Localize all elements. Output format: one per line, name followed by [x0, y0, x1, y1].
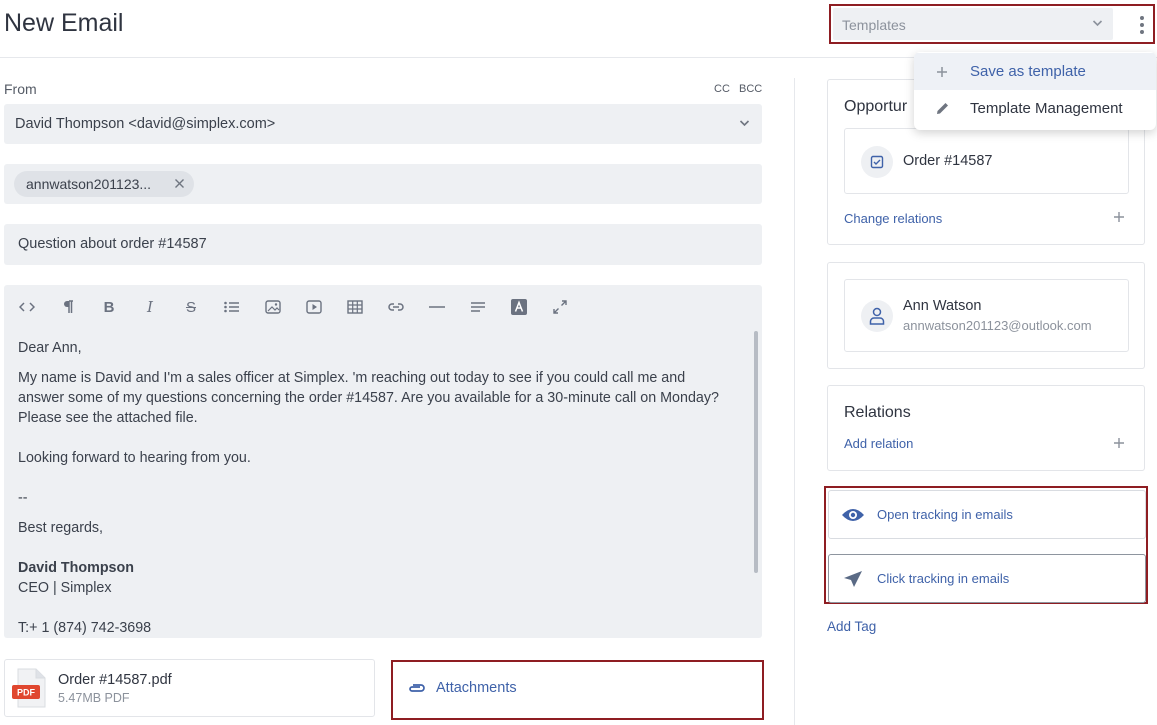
chevron-down-icon: [739, 119, 750, 127]
to-field[interactable]: annwatson201123...: [4, 164, 762, 204]
subject-field[interactable]: Question about order #14587: [4, 224, 762, 265]
opportunity-title: Opportur: [844, 98, 908, 115]
menu-item-label: Save as template: [970, 63, 1086, 80]
image-icon[interactable]: [262, 296, 284, 318]
order-item[interactable]: Order #14587: [844, 128, 1129, 194]
contact-email: annwatson201123@outlook.com: [903, 318, 1092, 333]
pencil-icon: [914, 101, 970, 116]
strikethrough-icon[interactable]: S: [180, 296, 202, 318]
attachment-file-meta: 5.47MB PDF: [58, 691, 130, 705]
menu-item-template-management[interactable]: Template Management: [914, 90, 1156, 127]
close-icon[interactable]: [174, 178, 185, 189]
bold-icon[interactable]: B: [98, 296, 120, 318]
change-relations-link[interactable]: Change relations: [844, 211, 942, 226]
attachments-button[interactable]: Attachments: [407, 680, 517, 696]
eye-icon: [829, 507, 877, 523]
pdf-badge: PDF: [17, 688, 36, 698]
italic-icon[interactable]: I: [139, 296, 161, 318]
recipient-chip[interactable]: annwatson201123...: [14, 171, 194, 197]
regards-line: Best regards,: [18, 520, 104, 536]
attachment-file-name: Order #14587.pdf: [58, 672, 172, 688]
email-editor[interactable]: B I S Dear Ann, My name is David and I'm…: [4, 285, 762, 638]
horizontal-rule-icon[interactable]: [426, 296, 448, 318]
plus-icon: [914, 66, 970, 78]
editor-content[interactable]: Dear Ann, My name is David and I'm a sal…: [18, 338, 728, 638]
tracking-highlight-frame: Open tracking in emails Click tracking i…: [824, 486, 1148, 604]
fullscreen-icon[interactable]: [549, 296, 571, 318]
from-value: David Thompson <david@simplex.com>: [15, 116, 276, 132]
checklist-icon: [861, 146, 893, 178]
click-tracking-label: Click tracking in emails: [877, 571, 1010, 586]
cc-button[interactable]: CC: [714, 83, 730, 95]
menu-item-label: Template Management: [970, 100, 1123, 117]
align-icon[interactable]: [467, 296, 489, 318]
add-relation-link[interactable]: Add relation: [844, 436, 913, 451]
greeting-line: Dear Ann,: [18, 340, 82, 356]
relations-card: Relations Add relation: [827, 385, 1145, 471]
body-paragraph: My name is David and I'm a sales officer…: [18, 370, 719, 426]
from-label: From: [4, 81, 37, 97]
cursor-arrow-icon: [829, 570, 877, 588]
chevron-down-icon: [1092, 19, 1103, 27]
closing-line: Looking forward to hearing from you.: [18, 450, 251, 466]
code-icon[interactable]: [16, 296, 38, 318]
font-color-icon[interactable]: [508, 296, 530, 318]
bcc-button[interactable]: BCC: [739, 83, 762, 95]
contact-name: Ann Watson: [903, 298, 982, 314]
menu-item-save-as-template[interactable]: Save as template: [914, 53, 1156, 90]
templates-select[interactable]: Templates: [833, 8, 1113, 40]
subject-value: Question about order #14587: [18, 236, 207, 252]
pdf-file-icon: PDF: [12, 668, 46, 708]
template-menu: Save as template Template Management: [914, 52, 1156, 130]
contact-card: Ann Watson annwatson201123@outlook.com: [827, 262, 1145, 369]
signature-title: CEO | Simplex: [18, 580, 112, 596]
plus-icon[interactable]: [1113, 211, 1127, 225]
templates-placeholder: Templates: [842, 17, 906, 33]
open-tracking-toggle[interactable]: Open tracking in emails: [828, 490, 1146, 539]
paragraph-icon[interactable]: [57, 296, 79, 318]
signature-separator: --: [18, 490, 28, 506]
plus-icon[interactable]: [1113, 437, 1127, 451]
contact-item[interactable]: Ann Watson annwatson201123@outlook.com: [844, 279, 1129, 352]
add-tag-link[interactable]: Add Tag: [827, 619, 876, 634]
signature-phone: T:+ 1 (874) 742-3698: [18, 620, 152, 636]
table-icon[interactable]: [344, 296, 366, 318]
video-icon[interactable]: [303, 296, 325, 318]
open-tracking-label: Open tracking in emails: [877, 507, 1013, 522]
more-options-icon[interactable]: [1136, 14, 1148, 36]
editor-scrollbar[interactable]: [754, 331, 758, 573]
click-tracking-toggle[interactable]: Click tracking in emails: [828, 554, 1146, 603]
from-select[interactable]: David Thompson <david@simplex.com>: [4, 104, 762, 144]
order-label: Order #14587: [903, 153, 993, 169]
recipient-chip-label: annwatson201123...: [26, 176, 152, 192]
attachment-file-card[interactable]: PDF Order #14587.pdf 5.47MB PDF: [4, 659, 375, 717]
link-icon[interactable]: [385, 296, 407, 318]
page-title: New Email: [4, 9, 124, 37]
panel-divider: [794, 78, 795, 725]
relations-title: Relations: [844, 404, 911, 421]
signature-name: David Thompson: [18, 560, 134, 576]
paperclip-icon: [407, 682, 427, 694]
user-icon: [861, 300, 893, 332]
bullet-list-icon[interactable]: [221, 296, 243, 318]
attachments-highlight-frame: Attachments: [391, 660, 764, 720]
editor-toolbar: B I S: [4, 296, 762, 318]
attachments-label: Attachments: [436, 680, 517, 696]
